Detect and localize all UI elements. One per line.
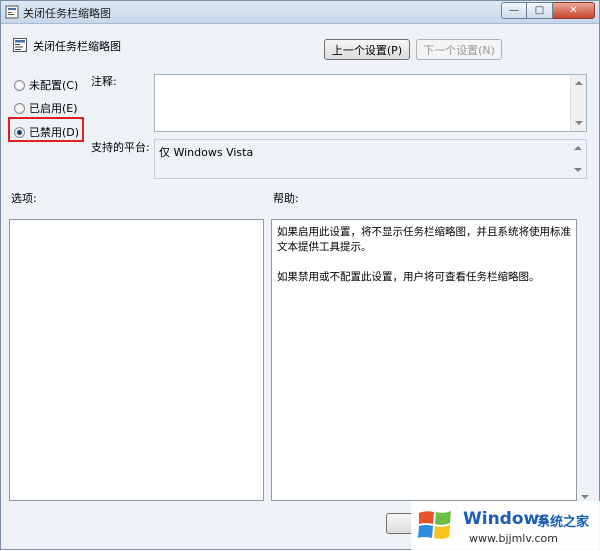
scroll-down-icon[interactable] — [575, 121, 583, 125]
platform-label: 支持的平台: — [91, 141, 150, 154]
red-highlight-box — [8, 117, 84, 142]
policy-dialog: 关闭任务栏缩略图 — □ ✕ 关闭任务栏缩略图 上一个设置(P) 下一个设置(N… — [0, 0, 600, 551]
policy-settings-icon — [5, 5, 19, 19]
help-panel: 如果启用此设置，将不显示任务栏缩略图，并且系统将使用标准文本提供工具提示。 如果… — [271, 219, 577, 501]
radio-not-configured[interactable]: 未配置(C) — [14, 77, 78, 93]
comment-label: 注释: — [91, 75, 117, 88]
previous-setting-button[interactable]: 上一个设置(P) — [324, 39, 410, 60]
help-scrollbar[interactable] — [577, 219, 593, 501]
next-setting-button[interactable]: 下一个设置(N) — [416, 39, 502, 60]
options-panel — [9, 219, 264, 501]
maximize-button[interactable]: □ — [527, 2, 553, 19]
title-bar[interactable]: 关闭任务栏缩略图 — □ ✕ — [1, 1, 599, 24]
close-button[interactable]: ✕ — [553, 2, 595, 19]
watermark-url: www.bjjmlv.com — [469, 532, 558, 545]
scroll-up-icon[interactable] — [575, 81, 583, 85]
platform-scrollbar[interactable] — [570, 140, 586, 178]
window-controls: — □ ✕ — [501, 2, 595, 20]
watermark-brand-cn: 系统之家 — [537, 515, 590, 530]
options-label: 选项: — [11, 192, 37, 205]
radio-label: 未配置(C) — [29, 79, 79, 92]
radio-button[interactable] — [14, 79, 25, 91]
radio-button[interactable] — [14, 102, 25, 114]
window-title: 关闭任务栏缩略图 — [23, 7, 111, 20]
policy-document-icon — [13, 38, 27, 52]
minimize-button[interactable]: — — [501, 2, 527, 19]
close-icon: ✕ — [569, 5, 578, 16]
radio-enabled[interactable]: 已启用(E) — [14, 100, 78, 116]
windows-logo-icon — [418, 511, 451, 539]
comment-textarea[interactable] — [154, 74, 587, 132]
scroll-down-icon[interactable] — [574, 168, 582, 172]
radio-label: 已启用(E) — [29, 102, 78, 115]
scroll-down-icon[interactable] — [581, 495, 589, 499]
policy-name: 关闭任务栏缩略图 — [33, 40, 121, 53]
platform-value: 仅 Windows Vista — [159, 146, 254, 159]
site-watermark: Windows 系统之家 www.bjjmlv.com — [411, 501, 600, 551]
scroll-up-icon[interactable] — [574, 146, 582, 150]
help-text: 如果启用此设置，将不显示任务栏缩略图，并且系统将使用标准文本提供工具提示。 如果… — [277, 226, 571, 283]
maximize-icon: □ — [534, 5, 545, 16]
minimize-icon: — — [509, 5, 519, 16]
help-label: 帮助: — [273, 192, 299, 205]
platform-field: 仅 Windows Vista — [154, 139, 587, 179]
comment-scrollbar[interactable] — [570, 75, 586, 131]
